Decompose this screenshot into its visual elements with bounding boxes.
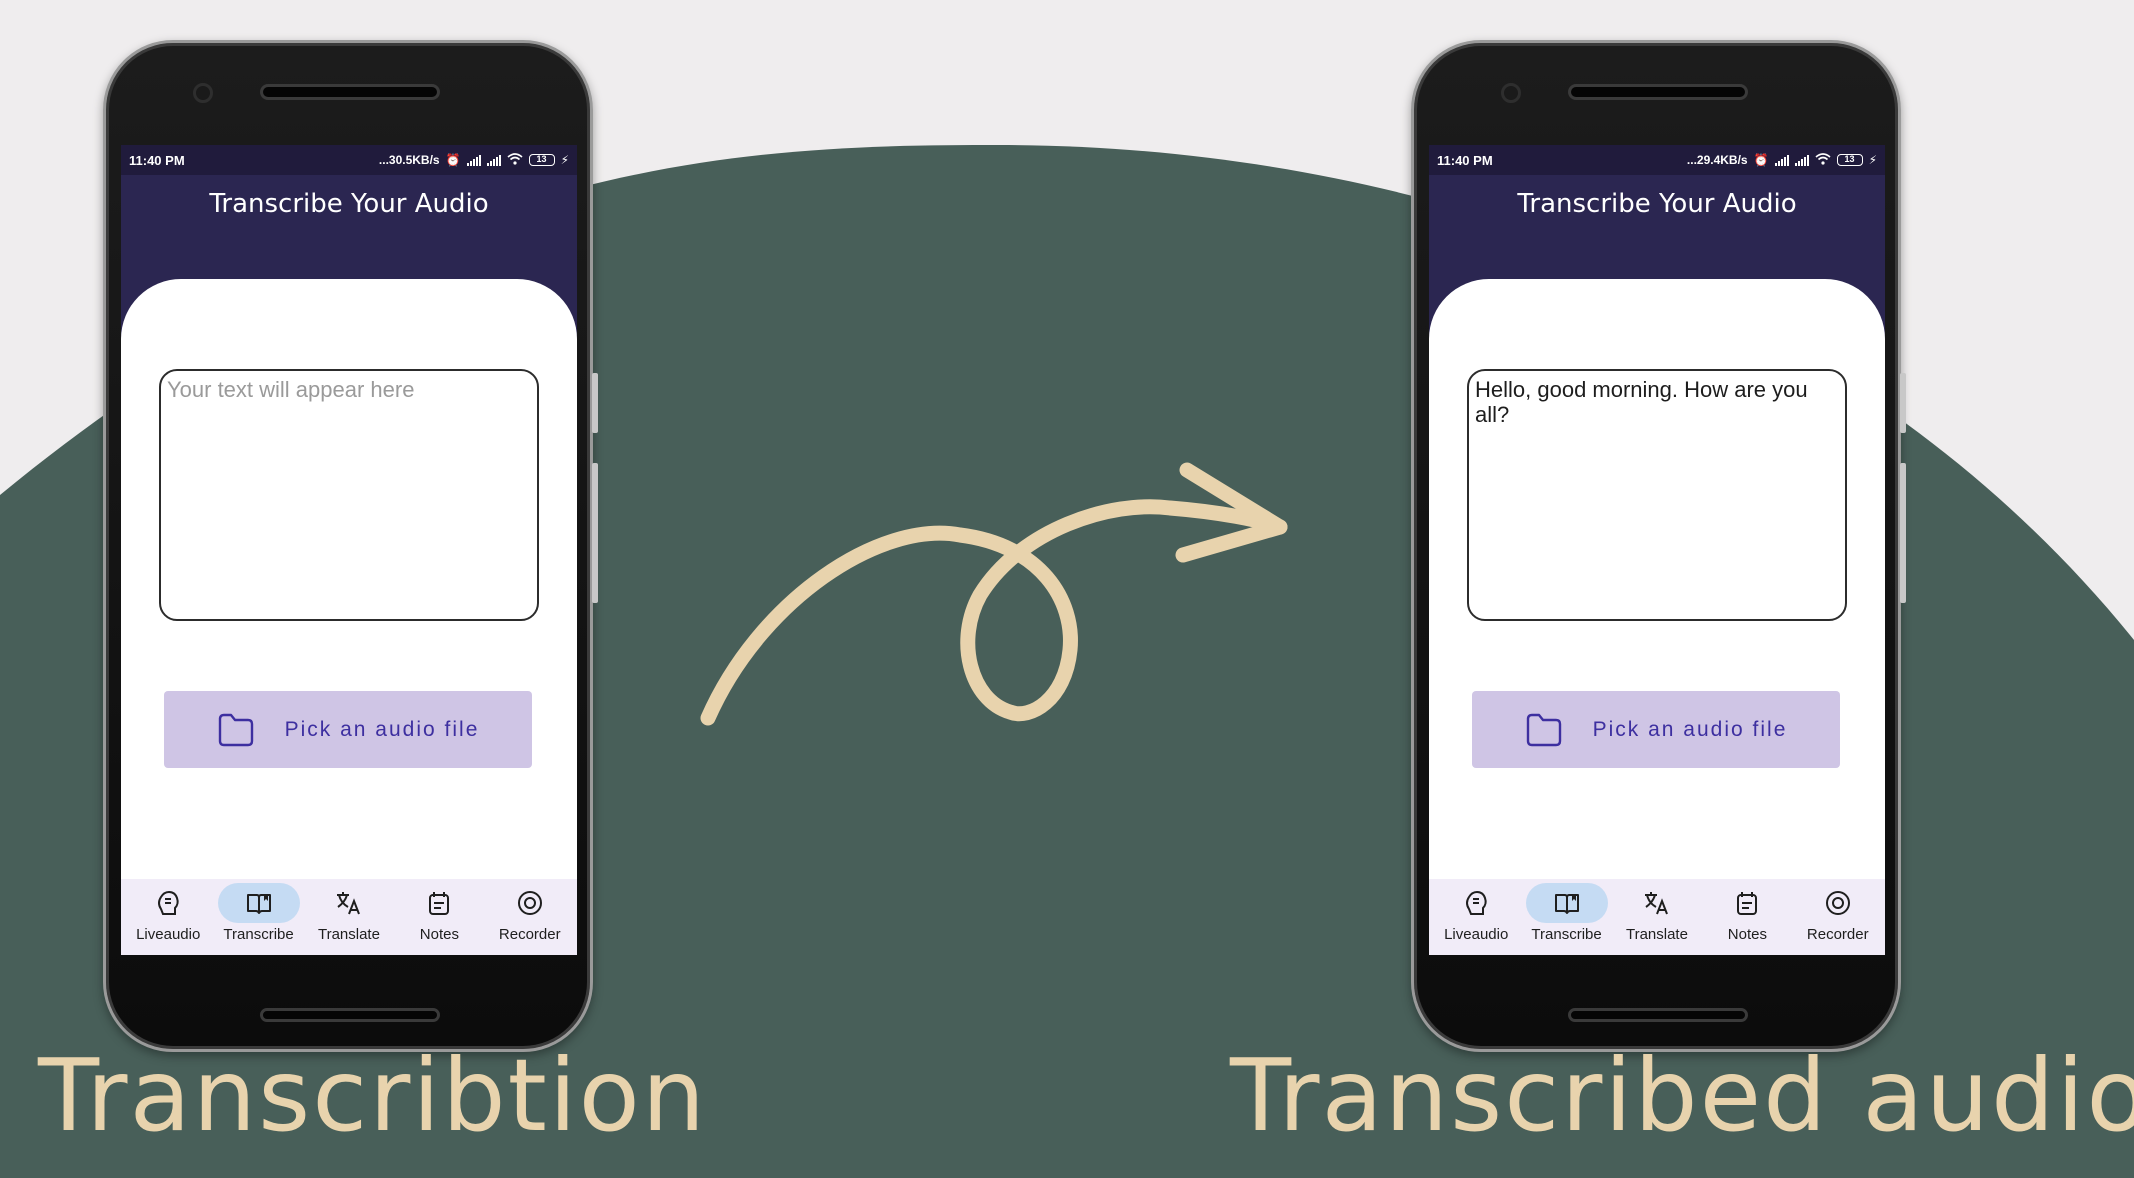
earpiece-speaker <box>260 84 440 100</box>
status-time: 11:40 PM <box>129 152 185 168</box>
bottom-nav: Liveaudio Transcribe Translate Notes Rec… <box>121 879 577 955</box>
nav-label: Transcribe <box>1531 926 1602 943</box>
page-title: Transcribe Your Audio <box>1517 189 1797 219</box>
nav-item-liveaudio[interactable]: Liveaudio <box>124 883 212 955</box>
signal-icon <box>486 154 501 166</box>
status-indicators: ...29.4KB/s ⏰ 13 ⚡ <box>1686 152 1877 168</box>
wifi-icon <box>1815 152 1831 168</box>
pick-audio-label: Pick an audio file <box>1592 717 1788 741</box>
pick-audio-button[interactable]: Pick an audio file <box>1472 691 1840 768</box>
notes-icon <box>429 892 450 915</box>
nav-label: Translate <box>317 926 380 943</box>
alarm-icon: ⏰ <box>445 153 461 167</box>
nav-label: Transcribe <box>223 926 294 943</box>
nav-label: Liveaudio <box>136 926 201 943</box>
signal-icon <box>1774 154 1789 166</box>
content-card: Hello, good morning. How are you all? Pi… <box>1429 279 1885 879</box>
record-icon <box>517 891 542 915</box>
volume-button <box>592 373 598 433</box>
translate-icon <box>1644 892 1668 915</box>
content-card: Your text will appear here Pick an audio… <box>121 279 577 879</box>
right-phone: 11:40 PM ...29.4KB/s ⏰ 13 ⚡ Transcribe Y… <box>1411 40 1906 1052</box>
charging-icon: ⚡ <box>1868 153 1877 167</box>
folder-icon <box>218 713 253 746</box>
nav-label: Notes <box>1727 926 1767 943</box>
nav-label: Recorder <box>1806 926 1869 943</box>
nav-item-translate[interactable]: Translate <box>305 883 393 955</box>
nav-item-liveaudio[interactable]: Liveaudio <box>1432 883 1520 955</box>
transcription-textbox[interactable]: Your text will appear here <box>159 369 539 621</box>
status-time: 11:40 PM <box>1437 152 1493 168</box>
nav-label: Recorder <box>498 926 561 943</box>
nav-item-transcribe[interactable]: Transcribe <box>1523 883 1611 955</box>
signal-icon <box>1794 154 1809 166</box>
network-speed: ...29.4KB/s <box>1686 153 1748 167</box>
live-audio-icon <box>158 890 179 915</box>
app-screen: 11:40 PM ...30.5KB/s ⏰ 13 ⚡ Transcribe Y… <box>121 145 577 955</box>
bottom-nav: Liveaudio Transcribe Translate Notes Rec… <box>1429 879 1885 955</box>
battery-icon: 13 <box>1836 154 1863 166</box>
wifi-icon <box>507 152 523 168</box>
nav-item-notes[interactable]: Notes <box>395 883 483 955</box>
folder-icon <box>1526 713 1561 746</box>
book-open-icon <box>246 894 271 914</box>
transcription-textbox[interactable]: Hello, good morning. How are you all? <box>1467 369 1847 621</box>
caption-left: Transcribtion <box>38 1037 708 1154</box>
front-camera <box>1501 83 1521 103</box>
nav-item-transcribe[interactable]: Transcribe <box>215 883 303 955</box>
charging-icon: ⚡ <box>560 153 569 167</box>
nav-item-notes[interactable]: Notes <box>1703 883 1791 955</box>
pick-audio-label: Pick an audio file <box>284 717 480 741</box>
nav-item-recorder[interactable]: Recorder <box>486 883 574 955</box>
volume-button <box>1900 373 1906 433</box>
alarm-icon: ⏰ <box>1753 153 1769 167</box>
status-bar: 11:40 PM ...29.4KB/s ⏰ 13 ⚡ <box>1429 145 1885 175</box>
live-audio-icon <box>1466 890 1487 915</box>
left-phone: 11:40 PM ...30.5KB/s ⏰ 13 ⚡ Transcribe Y… <box>103 40 598 1052</box>
status-indicators: ...30.5KB/s ⏰ 13 ⚡ <box>378 152 569 168</box>
record-icon <box>1825 891 1850 915</box>
page-title: Transcribe Your Audio <box>209 189 489 219</box>
network-speed: ...30.5KB/s <box>378 153 440 167</box>
pick-audio-button[interactable]: Pick an audio file <box>164 691 532 768</box>
nav-label: Liveaudio <box>1444 926 1509 943</box>
front-camera <box>193 83 213 103</box>
nav-label: Notes <box>419 926 459 943</box>
signal-icon <box>466 154 481 166</box>
app-screen: 11:40 PM ...29.4KB/s ⏰ 13 ⚡ Transcribe Y… <box>1429 145 1885 955</box>
nav-item-translate[interactable]: Translate <box>1613 883 1701 955</box>
battery-icon: 13 <box>528 154 555 166</box>
power-button <box>1900 463 1906 603</box>
bottom-speaker <box>260 1008 440 1022</box>
translate-icon <box>336 892 360 915</box>
status-bar: 11:40 PM ...30.5KB/s ⏰ 13 ⚡ <box>121 145 577 175</box>
nav-item-recorder[interactable]: Recorder <box>1794 883 1882 955</box>
earpiece-speaker <box>1568 84 1748 100</box>
notes-icon <box>1737 892 1758 915</box>
bottom-speaker <box>1568 1008 1748 1022</box>
power-button <box>592 463 598 603</box>
nav-label: Translate <box>1625 926 1688 943</box>
caption-right: Transcribed audio <box>1230 1037 2134 1154</box>
book-open-icon <box>1554 894 1579 914</box>
